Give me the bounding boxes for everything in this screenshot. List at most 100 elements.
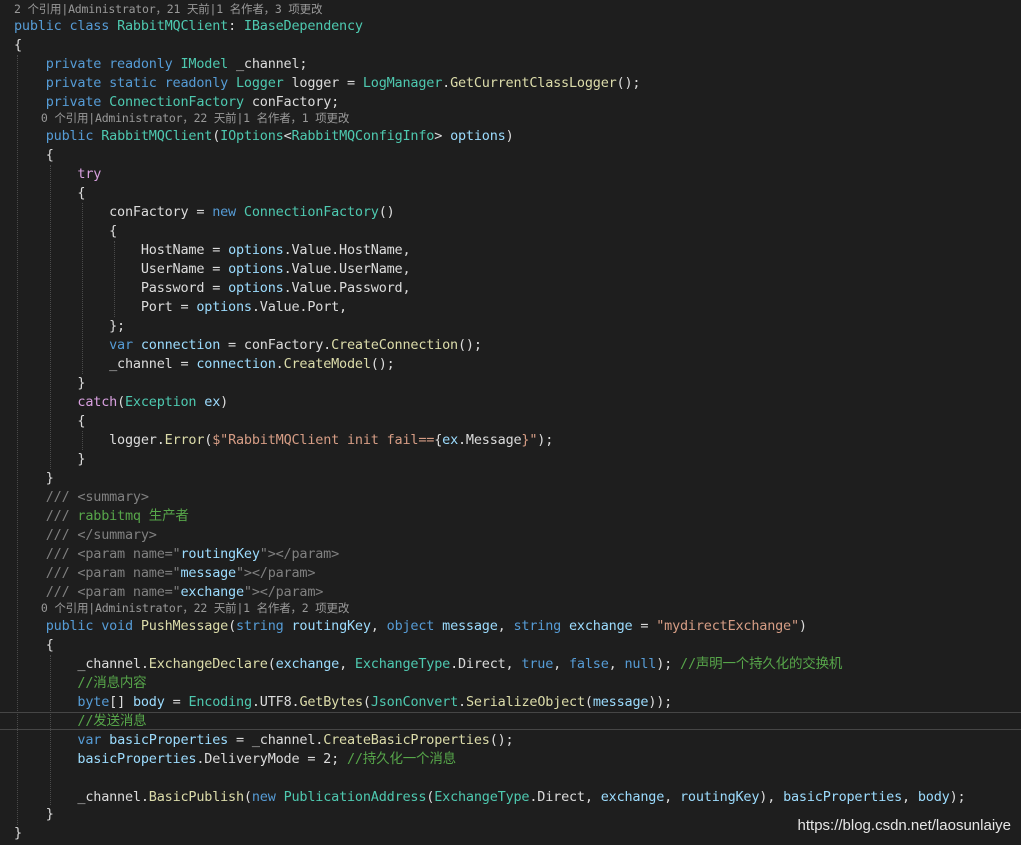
code-token: PushMessage [140, 618, 229, 634]
code-token: , [608, 656, 625, 672]
code-token: .Direct, [450, 656, 522, 672]
code-token: RabbitMQClient [101, 128, 213, 144]
code-token: byte [14, 694, 110, 710]
code-token: = conFactory. [220, 337, 332, 353]
code-token: { [434, 432, 443, 448]
code-token: options [228, 280, 284, 296]
code-token: private [14, 94, 110, 110]
code-token: body [132, 694, 165, 710]
code-token: connection [140, 337, 221, 353]
codelens-info[interactable]: 2 个引用|Administrator，21 天前|1 名作者，3 项更改 [14, 1, 322, 17]
code-token: ex [204, 394, 221, 410]
code-line: } [14, 450, 85, 469]
code-token: , [370, 618, 387, 634]
code-line: _channel.ExchangeDeclare(exchange, Excha… [14, 655, 842, 674]
code-token: message [180, 565, 236, 581]
code-token: SerializeObject [465, 694, 585, 710]
code-line: //消息内容 [14, 674, 146, 693]
code-token: exchange [275, 656, 340, 672]
code-token: <param name=" [77, 565, 181, 581]
code-token: conFactory = [14, 204, 213, 220]
code-line: public RabbitMQClient(IOptions<RabbitMQC… [14, 127, 514, 146]
code-token: public class [14, 18, 118, 34]
code-token: . [458, 694, 466, 710]
code-line: Port = options.Value.Port, [14, 298, 347, 317]
code-token: )); [648, 694, 673, 710]
code-token: <summary> [77, 489, 149, 505]
code-editor[interactable]: 2 个引用|Administrator，21 天前|1 名作者，3 项更改 pub… [0, 0, 1021, 845]
code-token: ExchangeDeclare [148, 656, 268, 672]
code-line: catch(Exception ex) [14, 393, 228, 412]
codelens-info[interactable]: 0 个引用|Administrator，22 天前|1 名作者，1 项更改 [14, 110, 349, 126]
code-token: _channel. [14, 656, 149, 672]
code-token: exchange [569, 618, 633, 634]
code-token: ), [759, 789, 784, 805]
code-token: .Value.HostName, [283, 242, 411, 258]
code-token: ) [220, 394, 229, 410]
code-token: ( [228, 618, 236, 634]
code-token: , [339, 656, 355, 672]
code-token: options [450, 128, 506, 144]
code-token: routingKey [291, 618, 371, 634]
code-line: Password = options.Value.Password, [14, 279, 411, 298]
code-line: { [14, 222, 117, 241]
code-token: //声明一个持久化的交换机 [680, 656, 843, 672]
code-token: { [14, 147, 54, 163]
code-token: _channel. [14, 789, 149, 805]
code-token: { [14, 637, 54, 653]
code-token: , [902, 789, 918, 805]
code-line: } [14, 469, 54, 488]
code-token: routingKey [680, 789, 760, 805]
code-token: Port = [14, 299, 197, 315]
code-token: //持久化一个消息 [346, 751, 456, 767]
codelens-info[interactable]: 0 个引用|Administrator，22 天前|1 名作者，2 项更改 [14, 600, 349, 616]
code-token: options [228, 242, 284, 258]
code-token: GetCurrentClassLogger [450, 75, 617, 91]
code-token: 2 个引用|Administrator，21 天前|1 名作者，3 项更改 [14, 2, 323, 16]
code-line: private static readonly Logger logger = … [14, 74, 641, 93]
code-token: } [14, 806, 54, 822]
code-line: { [14, 636, 54, 655]
code-token: } [14, 825, 22, 841]
code-line: //发送消息 [14, 712, 146, 731]
code-token: } [14, 451, 86, 467]
code-line: _channel.BasicPublish(new PublicationAdd… [14, 788, 965, 807]
code-token: "mydirectExchange" [656, 618, 799, 634]
code-token: /// [14, 584, 78, 600]
code-token: .Value.UserName, [283, 261, 411, 277]
code-line: HostName = options.Value.HostName, [14, 241, 411, 260]
code-token: [] [109, 694, 133, 710]
code-line: { [14, 36, 22, 55]
code-token: IBaseDependency [243, 18, 363, 34]
code-token: /// [14, 489, 78, 505]
code-token: BasicPublish [148, 789, 244, 805]
code-token: .Value.Port, [251, 299, 347, 315]
code-token: try [14, 166, 102, 182]
code-token: CreateConnection [331, 337, 458, 353]
code-token: .Value.Password, [283, 280, 411, 296]
code-token: : [228, 18, 244, 34]
code-token: RabbitMQClient [117, 18, 229, 34]
code-token: }" [521, 432, 538, 448]
code-line: byte[] body = Encoding.UTF8.GetBytes(Jso… [14, 693, 672, 712]
code-line: _channel = connection.CreateModel(); [14, 355, 395, 374]
code-token: message [442, 618, 498, 634]
code-token: public void [14, 618, 141, 634]
code-token: 0 个引用|Administrator，22 天前|1 名作者，1 项更改 [14, 111, 350, 125]
code-line: var connection = conFactory.CreateConnec… [14, 336, 482, 355]
code-token: </summary> [77, 527, 157, 543]
code-token: exchange [600, 789, 665, 805]
code-token: < [283, 128, 292, 144]
code-token: basicProperties [783, 789, 902, 805]
code-token: CreateModel [283, 356, 371, 372]
code-token: { [14, 223, 118, 239]
code-token: ConnectionFactory [243, 204, 379, 220]
code-line: try [14, 165, 101, 184]
code-line: /// <summary> [14, 488, 149, 507]
code-token: ( [117, 394, 125, 410]
code-token: ); [537, 432, 554, 448]
code-token: ( [243, 789, 252, 805]
code-token: _channel = [14, 356, 197, 372]
code-token: LogManager [362, 75, 443, 91]
code-token: routingKey [180, 546, 260, 562]
